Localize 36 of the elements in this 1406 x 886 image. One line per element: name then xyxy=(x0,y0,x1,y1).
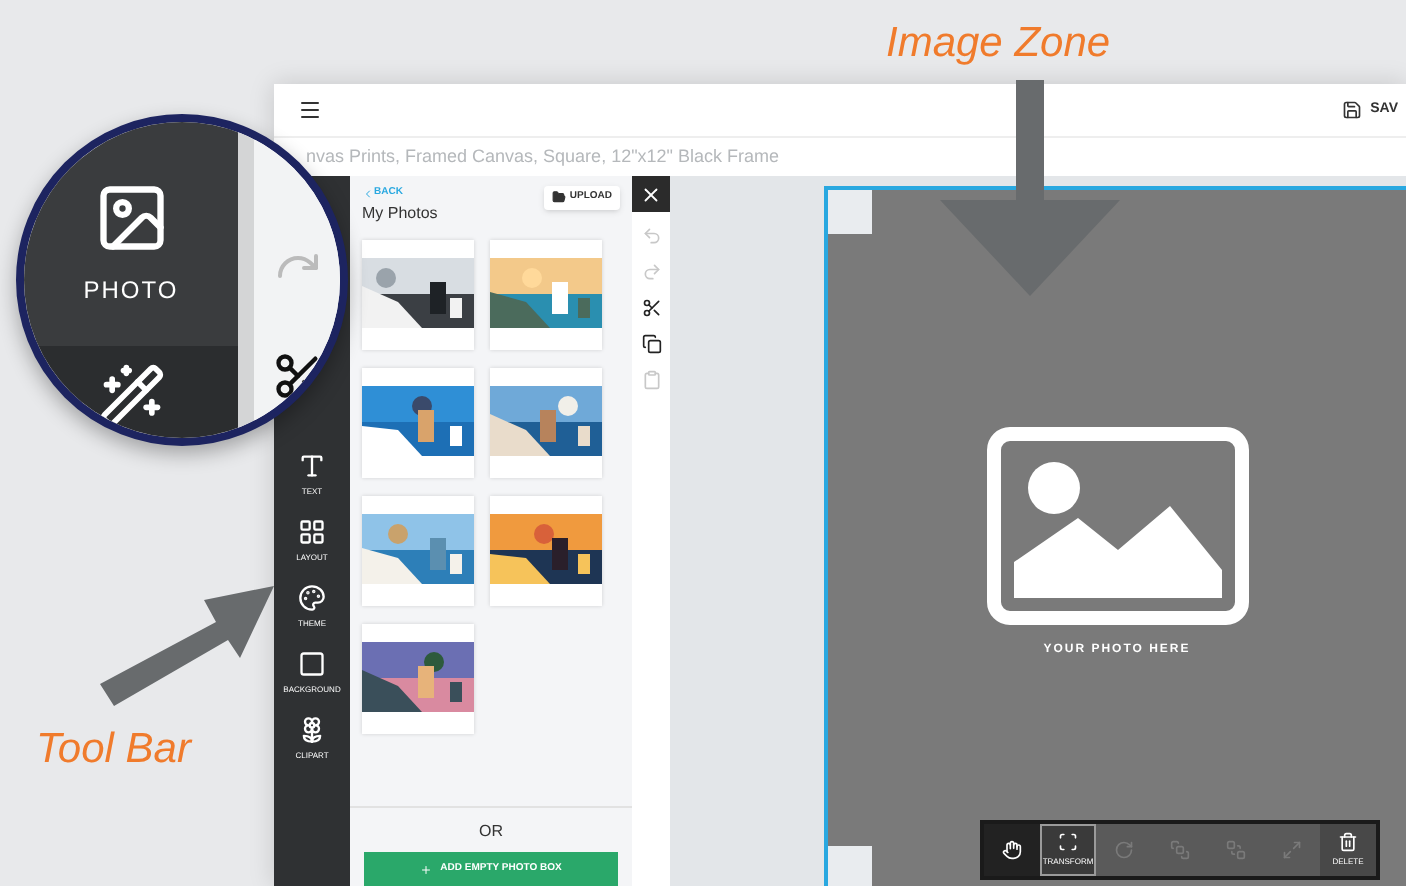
back-icon xyxy=(1226,840,1246,860)
pan-button[interactable] xyxy=(984,824,1040,876)
text-icon xyxy=(298,452,326,480)
chevron-left-icon xyxy=(362,187,374,200)
corner-handle[interactable] xyxy=(828,846,872,886)
photo-tool[interactable]: PHOTO xyxy=(24,122,238,346)
save-icon xyxy=(1342,100,1363,120)
close-icon xyxy=(640,183,662,205)
photo-card[interactable] xyxy=(490,495,602,605)
resize-icon xyxy=(1282,840,1302,860)
rotate-icon xyxy=(1114,840,1134,860)
photo-placeholder-icon xyxy=(985,426,1249,626)
front-icon xyxy=(1170,840,1190,860)
clipart-icon xyxy=(298,716,326,744)
folder-icon xyxy=(551,190,566,205)
menu-icon[interactable] xyxy=(298,98,322,122)
cut-icon[interactable] xyxy=(641,298,661,318)
plus-icon xyxy=(420,863,433,875)
delete-icon xyxy=(1338,832,1358,852)
theme-icon xyxy=(298,584,326,612)
photo-card[interactable] xyxy=(490,367,602,477)
or-separator: OR xyxy=(479,820,503,844)
photo-card[interactable] xyxy=(362,239,474,349)
product-title: nvas Prints, Framed Canvas, Square, 12"x12" Black Frame xyxy=(306,143,779,170)
panel-title: My Photos xyxy=(362,201,438,225)
photo-card[interactable] xyxy=(362,623,474,733)
image-zone-label: Image Zone xyxy=(886,18,1111,70)
close-button[interactable] xyxy=(632,176,670,212)
tool-bar-label: Tool Bar xyxy=(36,724,191,776)
background-icon xyxy=(298,650,326,678)
pan-icon xyxy=(1002,840,1022,860)
copy-icon[interactable] xyxy=(641,334,661,354)
transform-icon xyxy=(1058,832,1078,852)
corner-handle[interactable] xyxy=(828,190,872,234)
scissors-icon[interactable] xyxy=(271,350,323,402)
layout-icon xyxy=(298,518,326,546)
